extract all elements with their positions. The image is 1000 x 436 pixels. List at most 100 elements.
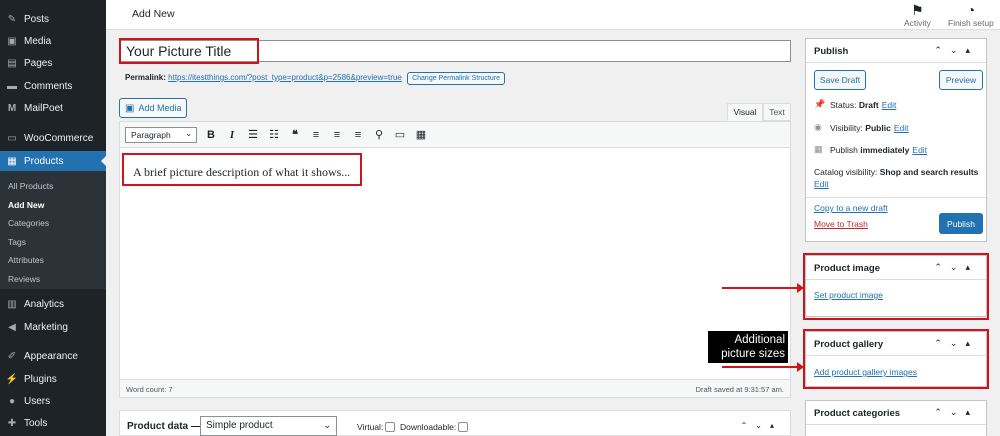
format-value: Paragraph (131, 130, 171, 140)
menu-label: Pages (24, 57, 53, 69)
comment-icon: ▬ (7, 80, 17, 92)
change-permalink-button[interactable]: Change Permalink Structure (407, 72, 506, 85)
menu-tools[interactable]: ✚ Tools (0, 413, 106, 433)
menu-woocommerce[interactable]: ▭ WooCommerce (0, 128, 106, 148)
toggle-triangle-icon[interactable]: ▴ (965, 407, 978, 417)
chevron-up-icon[interactable]: ⌃ (934, 407, 950, 417)
finish-setup-button[interactable]: ◔ Finish setup (948, 2, 994, 28)
chevron-down-icon[interactable]: ⌄ (950, 45, 966, 55)
submenu-all-products[interactable]: All Products (8, 181, 53, 191)
submenu-attributes[interactable]: Attributes (8, 255, 44, 265)
permalink-row: Permalink: https://itestthings.com/?post… (125, 72, 506, 85)
editor-status-bar: Word count: 7 Draft saved at 9:31:57 am. (120, 379, 790, 397)
link-icon[interactable]: ⚲ (372, 128, 386, 142)
catalog-visibility-label: Catalog visibility: (814, 167, 878, 177)
toggle-triangle-icon[interactable]: ▴ (965, 45, 978, 55)
numbered-list-icon[interactable]: ☷ (267, 128, 281, 142)
submenu-reviews[interactable]: Reviews (8, 274, 40, 284)
virtual-label: Virtual: (357, 422, 384, 432)
menu-media[interactable]: ▣ Media (0, 31, 106, 51)
submenu-categories[interactable]: Categories (8, 218, 49, 228)
pin-icon: ✎ (7, 13, 17, 25)
align-left-icon[interactable]: ≡ (309, 128, 323, 142)
eye-icon: ◉ (814, 122, 822, 132)
product-categories-header: Product categories ⌃⌄▴ (806, 401, 986, 425)
read-more-icon[interactable]: ▭ (393, 128, 407, 142)
edit-publish-time-link[interactable]: Edit (912, 145, 927, 155)
blockquote-icon[interactable]: ❝ (288, 128, 302, 142)
chevron-down-icon[interactable]: ⌄ (950, 407, 966, 417)
box-controls[interactable]: ⌃⌄▴ (934, 45, 978, 56)
downloadable-checkbox-row: Downloadable: (400, 422, 469, 432)
box-controls[interactable]: ⌃⌄▴ (934, 407, 978, 418)
progress-circle-icon: ◔ (966, 2, 976, 18)
word-count: Word count: 7 (126, 385, 173, 394)
publish-time-row: ▦ Publish immediately Edit (814, 144, 927, 155)
menu-mailpoet[interactable]: M MailPoet (0, 98, 106, 118)
align-center-icon[interactable]: ≡ (330, 128, 344, 142)
virtual-checkbox[interactable] (385, 422, 396, 432)
menu-marketing[interactable]: ◀ Marketing (0, 317, 106, 337)
submenu-tags[interactable]: Tags (8, 237, 26, 247)
publish-time-label: Publish (830, 144, 858, 155)
bold-icon[interactable]: B (204, 128, 218, 142)
bullet-list-icon[interactable]: ☰ (246, 128, 260, 142)
edit-catalog-visibility-link[interactable]: Edit (814, 179, 829, 189)
save-draft-button[interactable]: Save Draft (814, 70, 866, 90)
page-title: Add New (132, 8, 175, 20)
panel-controls[interactable]: ⌃⌄▴ (741, 421, 782, 430)
menu-pages[interactable]: ▤ Pages (0, 53, 106, 73)
align-right-icon[interactable]: ≡ (351, 128, 365, 142)
menu-label: Comments (24, 80, 73, 92)
status-row: 📌 Status: Draft Edit (814, 99, 896, 110)
status-label: Status: (830, 99, 857, 110)
move-to-trash-link[interactable]: Move to Trash (814, 219, 868, 229)
highlight-title (119, 38, 259, 64)
add-media-button[interactable]: ▣ Add Media (119, 98, 187, 118)
draft-saved-status: Draft saved at 9:31:57 am. (695, 385, 784, 394)
highlight-description (122, 153, 362, 186)
menu-appearance[interactable]: ✐ Appearance (0, 346, 106, 366)
visibility-label: Visibility: (830, 122, 863, 133)
permalink-link[interactable]: https://itestthings.com/?post_type=produ… (168, 73, 402, 82)
activity-button[interactable]: ⚑ Activity (904, 2, 931, 28)
preview-button[interactable]: Preview (939, 70, 983, 90)
media-icon: ▣ (7, 35, 17, 47)
admin-sidebar: ✎ Posts ▣ Media ▤ Pages ▬ Comments M MailPoet… (0, 0, 106, 436)
submenu-add-new[interactable]: Add New (8, 200, 44, 210)
chevron-up-icon[interactable]: ⌃ (741, 421, 756, 430)
pin-icon: 📌 (814, 99, 826, 109)
status-value: Draft (858, 99, 879, 110)
menu-plugins[interactable]: ⚡ Plugins (0, 369, 106, 389)
publish-button[interactable]: Publish (939, 213, 983, 234)
italic-icon[interactable]: I (225, 128, 239, 142)
edit-status-link[interactable]: Edit (882, 100, 897, 110)
tab-visual[interactable]: Visual (727, 103, 763, 121)
editor-toolbar: Paragraph ⌄ B I ☰ ☷ ❝ ≡ ≡ ≡ ⚲ ▭ ▦ (120, 122, 790, 148)
menu-products[interactable]: ▦ Products (0, 151, 106, 171)
copy-draft-link[interactable]: Copy to a new draft (814, 203, 888, 213)
menu-comments[interactable]: ▬ Comments (0, 76, 106, 96)
chevron-down-icon[interactable]: ⌄ (755, 421, 770, 430)
menu-analytics[interactable]: ▥ Analytics (0, 294, 106, 314)
wrench-icon: ✚ (7, 417, 17, 429)
chevron-up-icon[interactable]: ⌃ (934, 45, 950, 55)
edit-visibility-link[interactable]: Edit (894, 123, 909, 133)
visibility-value: Public (865, 122, 891, 133)
toggle-triangle-icon[interactable]: ▴ (770, 421, 782, 430)
tab-text[interactable]: Text (763, 103, 791, 121)
top-header: Add New ⚑ Activity ◔ Finish setup (106, 0, 1000, 30)
format-select[interactable]: Paragraph ⌄ (125, 127, 197, 143)
menu-label: Tools (24, 417, 48, 429)
downloadable-checkbox[interactable] (458, 422, 469, 432)
menu-label: Posts (24, 13, 50, 25)
menu-posts[interactable]: ✎ Posts (0, 9, 106, 29)
add-media-label: Add Media (138, 103, 182, 113)
toolbar-toggle-icon[interactable]: ▦ (414, 128, 428, 142)
chevron-down-icon: ⌄ (185, 129, 192, 138)
menu-label: MailPoet (24, 102, 63, 114)
product-type-select[interactable]: Simple product ⌄ (200, 416, 337, 436)
product-type-value: Simple product (206, 420, 273, 431)
menu-users[interactable]: ● Users (0, 391, 106, 411)
menu-label: Analytics (24, 298, 65, 310)
